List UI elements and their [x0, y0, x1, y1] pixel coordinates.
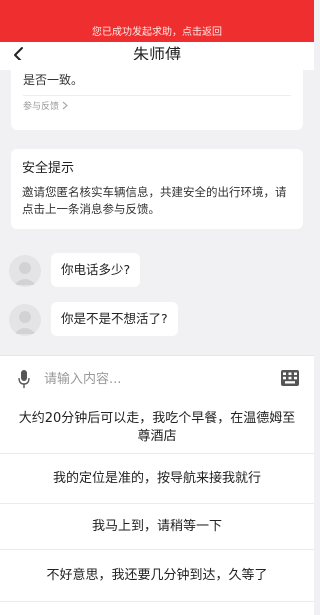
message-bubble: 你电话多少?	[51, 253, 141, 287]
avatar-placeholder-icon	[14, 311, 36, 334]
sos-banner-text[interactable]: 您已成功发起求助，点击返回	[0, 27, 314, 39]
feedback-link-label[interactable]: 参与反馈	[23, 102, 59, 112]
safety-tip-body: 邀请您匿名核实车辆信息，共建安全的出行环境，请点击上一条消息参与反馈。	[22, 185, 287, 216]
verification-card: 是否一致。 参与反馈	[11, 60, 303, 130]
chat-message: 你是不是不想活了?	[0, 302, 314, 338]
chat-message: 你电话多少?	[0, 253, 314, 289]
verification-card-text: 是否一致。	[23, 73, 84, 87]
keyboard-icon[interactable]	[281, 370, 299, 386]
avatar[interactable]	[9, 304, 41, 336]
message-input[interactable]	[44, 367, 264, 391]
quick-reply-item[interactable]: 我马上到，请稍等一下	[0, 504, 314, 550]
feedback-link[interactable]: 参与反馈	[23, 101, 68, 113]
quick-reply-item[interactable]: 我的定位是准的，按导航来接我就行	[0, 454, 314, 504]
message-bubble: 你是不是不想活了?	[51, 302, 178, 336]
avatar[interactable]	[9, 255, 41, 287]
microphone-icon[interactable]	[17, 369, 31, 389]
input-bar	[0, 355, 314, 402]
safety-tip-title: 安全提示	[22, 161, 75, 176]
card-divider	[23, 95, 291, 96]
chevron-right-icon	[62, 101, 68, 110]
chat-area: 是否一致。 参与反馈 安全提示 邀请您匿名核实车辆信息，共建安全的出行环境，请点…	[0, 60, 314, 355]
quick-reply-item[interactable]: 不好意思，我还要几分钟到达，久等了	[0, 550, 314, 602]
sos-banner[interactable]: 您已成功发起求助，点击返回	[0, 0, 314, 42]
avatar-placeholder-icon	[14, 262, 36, 285]
quick-reply-item[interactable]: 大约20分钟后可以走，我吃个早餐，在温德姆至尊酒店	[0, 402, 314, 454]
safety-tip-card: 安全提示 邀请您匿名核实车辆信息，共建安全的出行环境，请点击上一条消息参与反馈。	[11, 149, 303, 229]
quick-reply-list: 大约20分钟后可以走，我吃个早餐，在温德姆至尊酒店 我的定位是准的，按导航来接我…	[0, 402, 314, 615]
